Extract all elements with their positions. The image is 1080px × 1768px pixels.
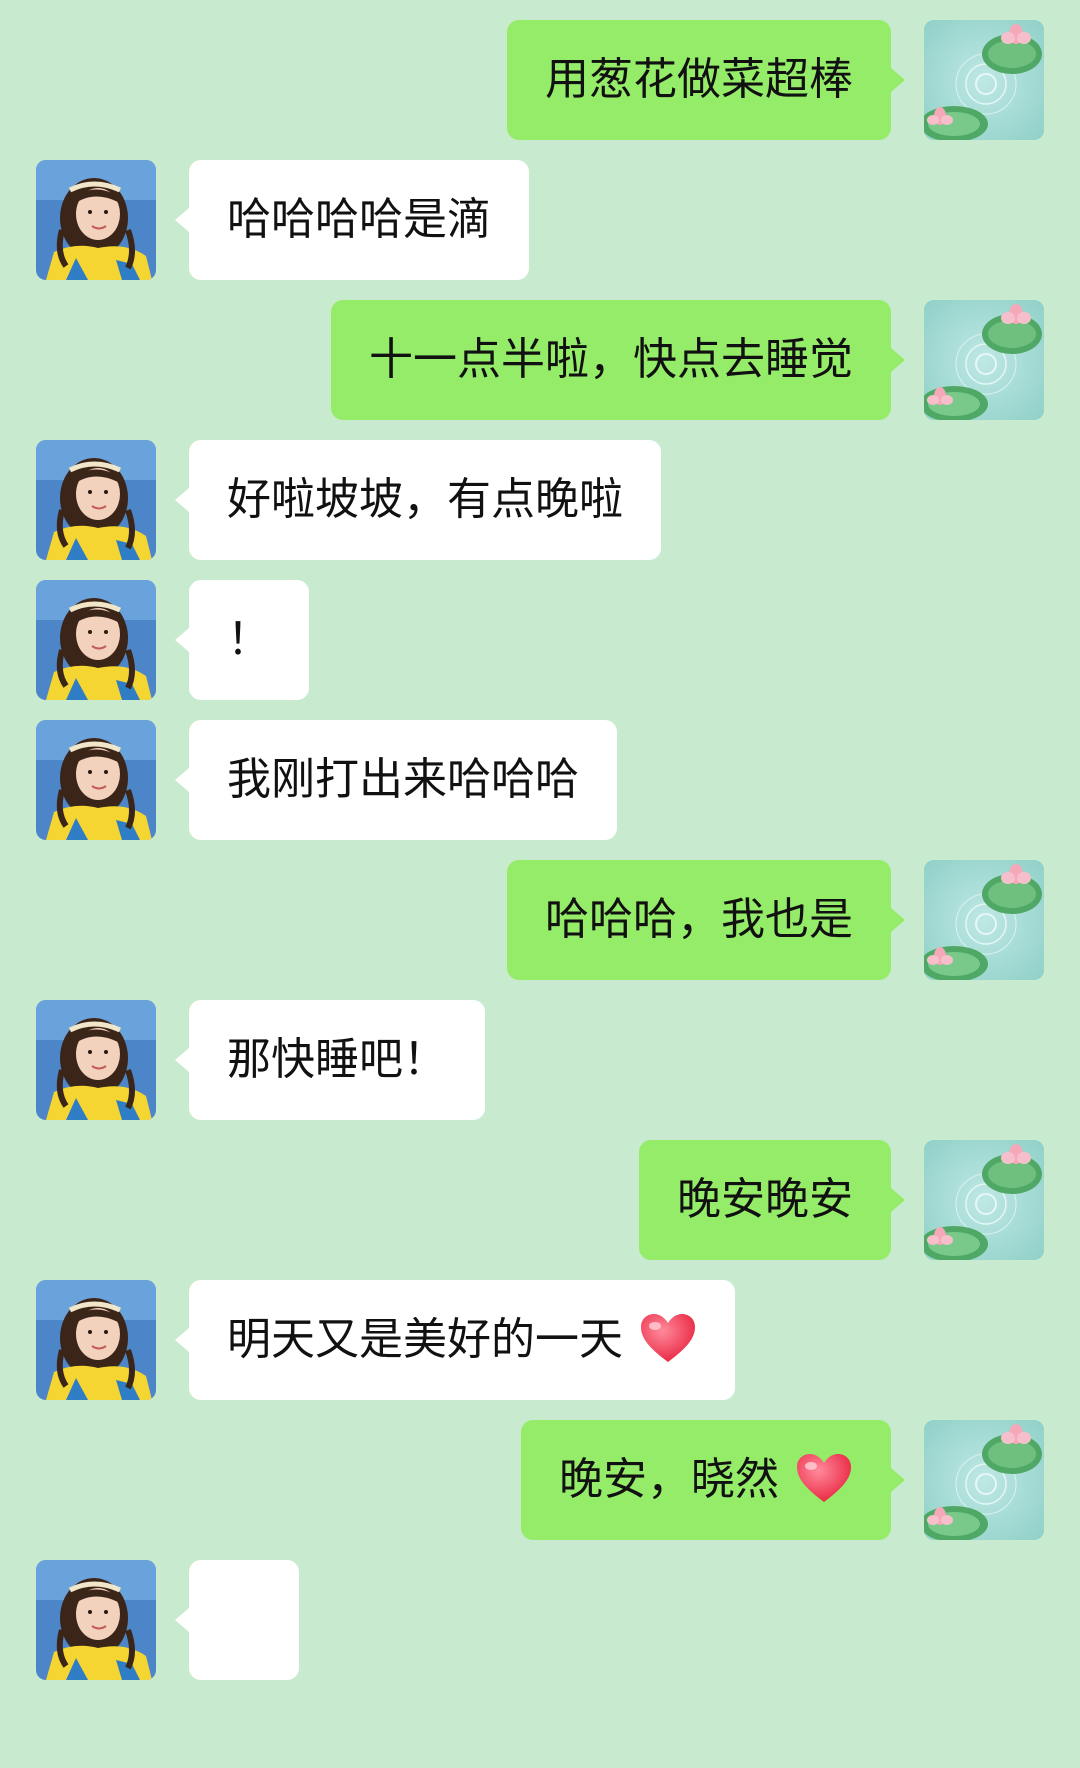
girl-yellow-shirt-avatar-image [36, 720, 156, 840]
chat-message-list[interactable]: 用葱花做菜超棒 哈哈哈哈是滴 十一点半啦，快点去睡觉 好啦坡坡，有点晚啦 ！ 我… [0, 0, 1080, 1768]
message-text: 十一点半啦，快点去睡觉 [369, 334, 853, 385]
lotus-pond-avatar-image [924, 20, 1044, 140]
self-avatar[interactable] [924, 300, 1044, 420]
message-text: 晚安，晓然 [559, 1454, 779, 1505]
message-bubble[interactable]: 明天又是美好的一天 [175, 1280, 735, 1400]
message-row-received: 明天又是美好的一天 [0, 1280, 1080, 1400]
contact-avatar[interactable] [36, 440, 156, 560]
message-row-sent: 晚安晚安 [0, 1140, 1080, 1260]
girl-yellow-shirt-avatar-image [36, 160, 156, 280]
contact-avatar[interactable] [36, 720, 156, 840]
message-row-sent: 十一点半啦，快点去睡觉 [0, 300, 1080, 420]
message-bubble[interactable]: 十一点半啦，快点去睡觉 [331, 300, 905, 420]
message-bubble[interactable]: 哈哈哈，我也是 [507, 860, 905, 980]
message-row-received: 哈哈哈哈是滴 [0, 160, 1080, 280]
message-bubble[interactable]: 晚安，晓然 [521, 1420, 905, 1540]
heart-emoji [641, 1314, 695, 1362]
message-row-received: 好啦坡坡，有点晚啦 [0, 440, 1080, 560]
lotus-pond-avatar-image [924, 1140, 1044, 1260]
message-text: 那快睡吧！ [227, 1034, 447, 1085]
contact-avatar[interactable] [36, 1000, 156, 1120]
girl-yellow-shirt-avatar-image [36, 440, 156, 560]
heart-emoji [797, 1454, 851, 1502]
message-row-sent: 用葱花做菜超棒 [0, 20, 1080, 140]
message-row-sent: 晚安，晓然 [0, 1420, 1080, 1540]
message-bubble[interactable] [175, 1560, 299, 1680]
message-text: ！ [227, 614, 271, 665]
message-text: 晚安晚安 [677, 1174, 853, 1225]
message-bubble[interactable]: 哈哈哈哈是滴 [175, 160, 529, 280]
message-text: 哈哈哈哈是滴 [227, 194, 491, 245]
self-avatar[interactable] [924, 20, 1044, 140]
girl-yellow-shirt-avatar-image [36, 1280, 156, 1400]
lotus-pond-avatar-image [924, 300, 1044, 420]
contact-avatar[interactable] [36, 1280, 156, 1400]
message-bubble[interactable]: 好啦坡坡，有点晚啦 [175, 440, 661, 560]
message-text: 用葱花做菜超棒 [545, 54, 853, 105]
girl-yellow-shirt-avatar-image [36, 1000, 156, 1120]
message-text: 明天又是美好的一天 [227, 1314, 623, 1365]
message-bubble[interactable]: 晚安晚安 [639, 1140, 905, 1260]
message-text: 我刚打出来哈哈哈 [227, 754, 579, 805]
self-avatar[interactable] [924, 1420, 1044, 1540]
message-row-received: 我刚打出来哈哈哈 [0, 720, 1080, 840]
message-text: 哈哈哈，我也是 [545, 894, 853, 945]
girl-yellow-shirt-avatar-image [36, 1560, 156, 1680]
girl-yellow-shirt-avatar-image [36, 580, 156, 700]
message-row-sent: 哈哈哈，我也是 [0, 860, 1080, 980]
contact-avatar[interactable] [36, 580, 156, 700]
message-row-received: ！ [0, 580, 1080, 700]
message-bubble[interactable]: 用葱花做菜超棒 [507, 20, 905, 140]
contact-avatar[interactable] [36, 1560, 156, 1680]
message-bubble[interactable]: 那快睡吧！ [175, 1000, 485, 1120]
message-row-received [0, 1560, 1080, 1680]
lotus-pond-avatar-image [924, 860, 1044, 980]
self-avatar[interactable] [924, 1140, 1044, 1260]
contact-avatar[interactable] [36, 160, 156, 280]
message-bubble[interactable]: ！ [175, 580, 309, 700]
message-text: 好啦坡坡，有点晚啦 [227, 474, 623, 525]
lotus-pond-avatar-image [924, 1420, 1044, 1540]
message-bubble[interactable]: 我刚打出来哈哈哈 [175, 720, 617, 840]
message-row-received: 那快睡吧！ [0, 1000, 1080, 1120]
self-avatar[interactable] [924, 860, 1044, 980]
